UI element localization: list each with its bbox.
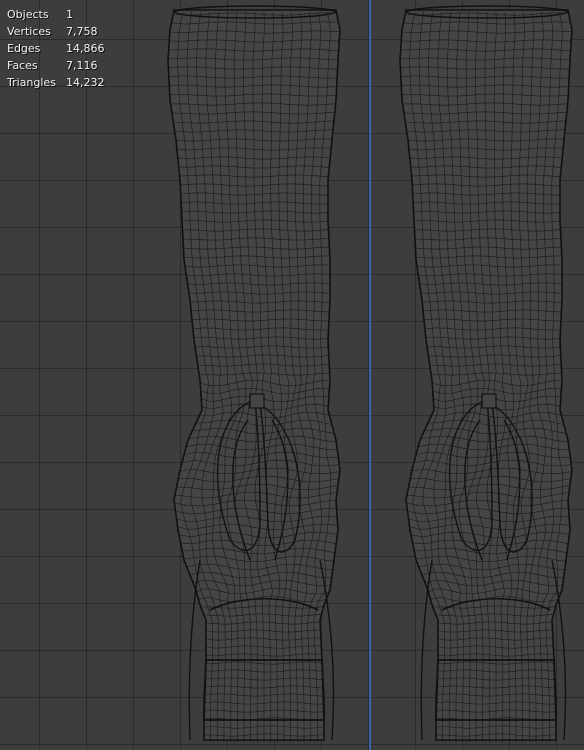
stat-label: Vertices xyxy=(7,25,51,38)
stat-value: 7,758 xyxy=(66,25,98,38)
stat-row-objects: Objects 1 xyxy=(7,6,105,23)
stat-row-vertices: Vertices 7,758 xyxy=(7,23,105,40)
stat-label: Objects xyxy=(7,8,49,21)
stat-label: Triangles xyxy=(7,76,56,89)
stat-label: Faces xyxy=(7,59,38,72)
stat-value: 7,116 xyxy=(66,59,98,72)
stat-label: Edges xyxy=(7,42,41,55)
3d-viewport[interactable]: Objects 1 Vertices 7,758 Edges 14,866 Fa… xyxy=(0,0,584,750)
stat-row-faces: Faces 7,116 xyxy=(7,57,105,74)
boot-mesh-right[interactable] xyxy=(392,0,582,750)
stat-value: 14,866 xyxy=(66,42,105,55)
stat-row-edges: Edges 14,866 xyxy=(7,40,105,57)
boot-mesh-left[interactable] xyxy=(160,0,350,750)
stat-value: 1 xyxy=(66,8,73,21)
vertical-axis-line xyxy=(369,0,371,750)
scene-statistics-overlay: Objects 1 Vertices 7,758 Edges 14,866 Fa… xyxy=(7,6,105,91)
stat-row-triangles: Triangles 14,232 xyxy=(7,74,105,91)
stat-value: 14,232 xyxy=(66,76,105,89)
